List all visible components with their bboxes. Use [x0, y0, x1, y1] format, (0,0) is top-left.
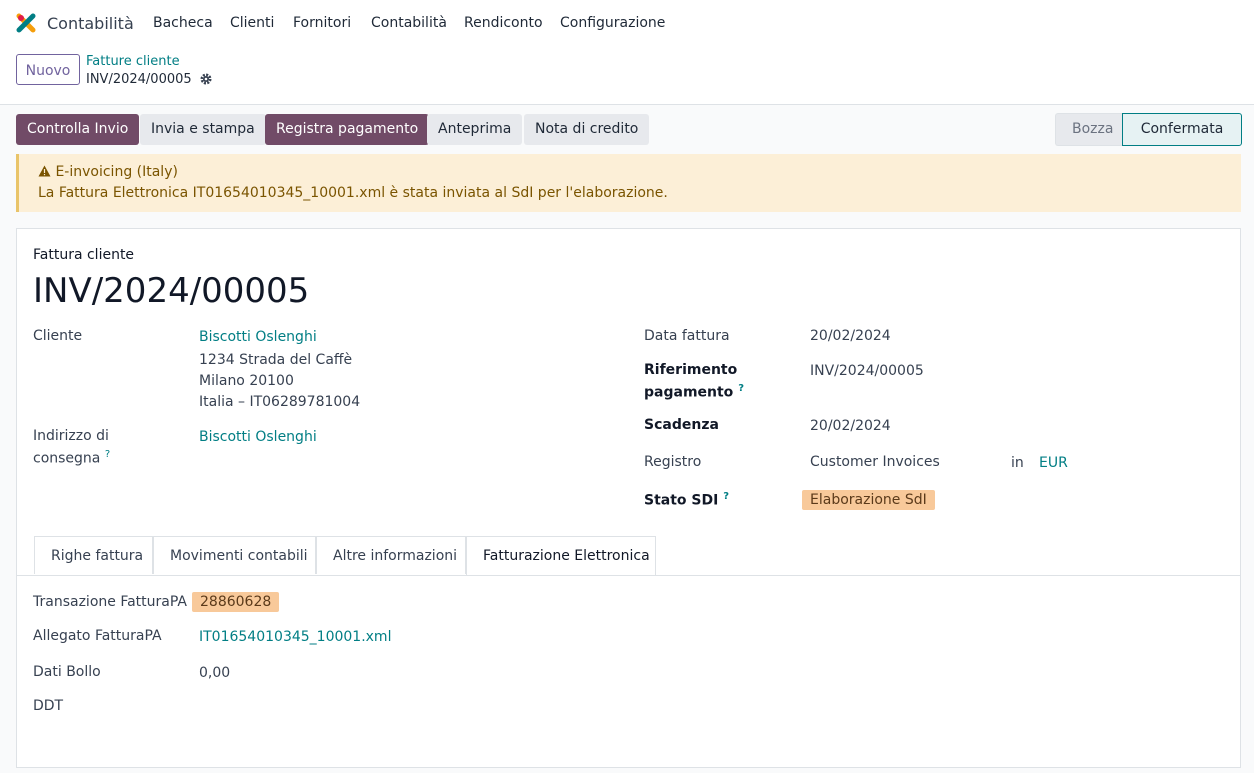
sdi-state-label-text: Stato SDI — [644, 492, 719, 509]
help-icon[interactable]: ? — [723, 491, 729, 502]
tab-fatturazione-elettronica[interactable]: Fatturazione Elettronica — [466, 536, 656, 575]
delivery-address-label-text: consegna — [33, 450, 101, 467]
customer-address-line2: Milano 20100 — [199, 373, 294, 389]
controlla-invio-button[interactable]: Controlla Invio — [16, 114, 140, 145]
transaction-value: 28860628 — [192, 592, 280, 612]
customer-link[interactable]: Biscotti Oslenghi — [199, 329, 317, 345]
breadcrumb-parent-link[interactable]: Fatture cliente — [86, 54, 180, 69]
alert-message: La Fattura Elettronica IT01654010345_100… — [38, 185, 668, 201]
einvoice-alert: E-invoicing (Italy) La Fattura Elettroni… — [16, 154, 1241, 212]
alert-title-row: E-invoicing (Italy) — [38, 164, 178, 180]
invoice-number: INV/2024/00005 — [33, 271, 310, 311]
menu-item-clienti[interactable]: Clienti — [230, 15, 274, 31]
invoice-date-value[interactable]: 20/02/2024 — [810, 328, 891, 344]
bollo-label: Dati Bollo — [33, 664, 101, 680]
app-logo-icon[interactable] — [16, 13, 36, 33]
customer-label: Cliente — [33, 328, 83, 344]
due-date-label: Scadenza — [644, 417, 719, 433]
attachment-link[interactable]: IT01654010345_10001.xml — [199, 629, 391, 645]
help-icon[interactable]: ? — [105, 449, 110, 460]
payment-ref-label-line1: Riferimento — [644, 362, 738, 378]
customer-address-line1: 1234 Strada del Caffè — [199, 352, 353, 368]
app-title[interactable]: Contabilità — [47, 14, 134, 33]
customer-address-line3: Italia – IT06289781004 — [199, 394, 361, 410]
invoice-form-sheet: Fattura cliente INV/2024/00005 Cliente B… — [16, 228, 1241, 768]
payment-ref-value[interactable]: INV/2024/00005 — [810, 363, 924, 379]
payment-ref-label-line2: pagamento ? — [644, 383, 744, 401]
tab-righe-fattura[interactable]: Righe fattura — [34, 536, 153, 574]
tab-altre-informazioni[interactable]: Altre informazioni — [316, 536, 466, 574]
payment-ref-label-text: pagamento — [644, 384, 734, 401]
currency-link[interactable]: EUR — [1039, 455, 1068, 471]
transaction-label: Transazione FatturaPA — [33, 594, 187, 610]
journal-value[interactable]: Customer Invoices — [810, 454, 940, 470]
attachment-label: Allegato FatturaPA — [33, 628, 162, 644]
ddt-label: DDT — [33, 698, 64, 714]
help-icon[interactable]: ? — [738, 383, 744, 394]
top-navbar: Contabilità Bacheca Clienti Fornitori Co… — [0, 0, 1254, 48]
new-button[interactable]: Nuovo — [16, 54, 80, 85]
warning-icon — [38, 165, 51, 177]
invia-stampa-button[interactable]: Invia e stampa — [140, 114, 266, 145]
nota-credito-button[interactable]: Nota di credito — [524, 114, 650, 145]
anteprima-button[interactable]: Anteprima — [427, 114, 523, 145]
delivery-address-link[interactable]: Biscotti Oslenghi — [199, 429, 317, 445]
currency-in-label: in — [1011, 455, 1024, 471]
menu-item-configurazione[interactable]: Configurazione — [560, 15, 665, 31]
invoice-date-label: Data fattura — [644, 328, 730, 344]
journal-label: Registro — [644, 454, 702, 470]
menu-item-bacheca[interactable]: Bacheca — [153, 15, 213, 31]
menu-item-contabilita[interactable]: Contabilità — [371, 15, 447, 31]
gear-icon[interactable] — [200, 73, 212, 85]
registra-pagamento-button[interactable]: Registra pagamento — [265, 114, 430, 145]
sdi-state-label: Stato SDI ? — [644, 491, 729, 509]
status-confirmed[interactable]: Confermata — [1122, 113, 1242, 146]
notebook-tabs: Righe fattura Movimenti contabili Altre … — [17, 536, 1240, 576]
menu-item-rendiconto[interactable]: Rendiconto — [464, 15, 543, 31]
control-panel: Nuovo Fatture cliente INV/2024/00005 — [0, 48, 1254, 105]
invoice-type-label: Fattura cliente — [33, 247, 135, 263]
menu-item-fornitori[interactable]: Fornitori — [293, 15, 351, 31]
breadcrumb-current: INV/2024/00005 — [86, 72, 192, 87]
tab-movimenti-contabili[interactable]: Movimenti contabili — [153, 536, 316, 574]
status-bar: Bozza Confermata — [1055, 113, 1242, 146]
due-date-value[interactable]: 20/02/2024 — [810, 418, 891, 434]
delivery-address-label-line1: Indirizzo di — [33, 428, 109, 444]
delivery-address-label-line2: consegna ? — [33, 449, 110, 467]
bollo-value[interactable]: 0,00 — [199, 665, 230, 681]
sdi-state-badge: Elaborazione SdI — [802, 490, 935, 510]
alert-title: E-invoicing (Italy) — [55, 164, 178, 180]
